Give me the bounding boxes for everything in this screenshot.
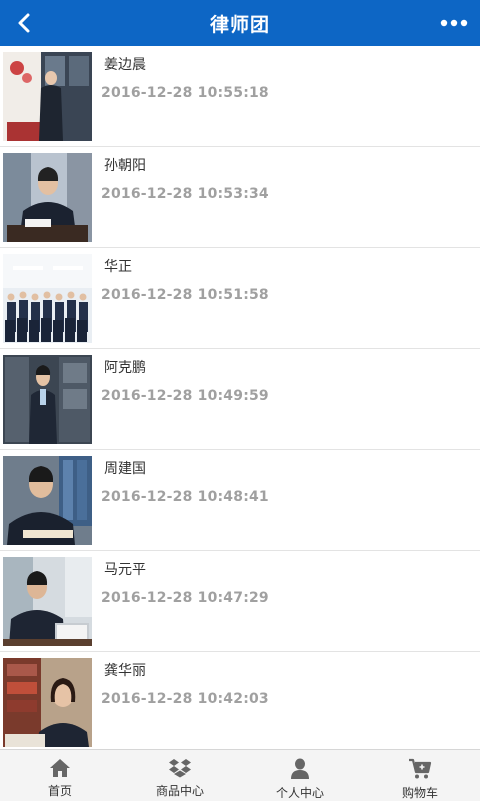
timestamp: 2016-12-28 10:53:34 <box>101 186 269 202</box>
list-item[interactable]: 马元平 2016-12-28 10:47:29 <box>0 551 480 652</box>
timestamp: 2016-12-28 10:51:58 <box>101 287 269 303</box>
cart-icon <box>409 758 432 779</box>
more-button[interactable] <box>434 5 474 41</box>
lawyer-name: 孙朝阳 <box>104 158 146 174</box>
lawyer-photo <box>3 456 92 545</box>
list-item[interactable]: 华正 2016-12-28 10:51:58 <box>0 248 480 349</box>
timestamp: 2016-12-28 10:42:03 <box>101 691 269 707</box>
home-icon <box>50 759 70 777</box>
lawyer-name: 姜边晨 <box>104 57 146 73</box>
lawyer-photo <box>3 52 92 141</box>
lawyer-photo <box>3 153 92 242</box>
timestamp: 2016-12-28 10:55:18 <box>101 85 269 101</box>
tab-label: 购物车 <box>401 786 438 800</box>
dropbox-icon <box>169 759 191 778</box>
lawyer-photo <box>3 254 92 343</box>
chevron-left-icon <box>18 13 30 33</box>
tab-label: 商品中心 <box>155 784 204 798</box>
more-dots-icon <box>440 19 468 27</box>
bottom-tab-bar: 首页 商品中心 个人中心 购物车 <box>0 749 480 801</box>
tab-profile[interactable]: 个人中心 <box>240 750 360 801</box>
list-item[interactable]: 周建国 2016-12-28 10:48:41 <box>0 450 480 551</box>
tab-cart[interactable]: 购物车 <box>360 750 480 801</box>
timestamp: 2016-12-28 10:48:41 <box>101 489 269 505</box>
list-item[interactable]: 姜边晨 2016-12-28 10:55:18 <box>0 46 480 147</box>
lawyer-name: 马元平 <box>104 562 146 578</box>
app-header: 律师团 <box>0 0 480 46</box>
lawyer-name: 华正 <box>104 259 132 275</box>
timestamp: 2016-12-28 10:47:29 <box>101 590 269 606</box>
tab-products[interactable]: 商品中心 <box>120 750 240 801</box>
list-item[interactable]: 孙朝阳 2016-12-28 10:53:34 <box>0 147 480 248</box>
lawyer-list: 姜边晨 2016-12-28 10:55:18 孙朝阳 2016-12-28 1… <box>0 46 480 749</box>
lawyer-photo <box>3 658 92 747</box>
page-title: 律师团 <box>209 13 270 36</box>
lawyer-name: 周建国 <box>104 461 146 477</box>
lawyer-name: 龚华丽 <box>104 663 146 679</box>
lawyer-name: 阿克鹏 <box>104 360 146 376</box>
tab-home[interactable]: 首页 <box>0 750 120 801</box>
lawyer-photo <box>3 355 92 444</box>
lawyer-photo <box>3 557 92 646</box>
tab-label: 个人中心 <box>275 786 324 800</box>
list-item[interactable]: 龚华丽 2016-12-28 10:42:03 <box>0 652 480 749</box>
timestamp: 2016-12-28 10:49:59 <box>101 388 269 404</box>
user-icon <box>291 758 309 779</box>
back-button[interactable] <box>6 5 42 41</box>
tab-label: 首页 <box>47 784 72 798</box>
list-item[interactable]: 阿克鹏 2016-12-28 10:49:59 <box>0 349 480 450</box>
